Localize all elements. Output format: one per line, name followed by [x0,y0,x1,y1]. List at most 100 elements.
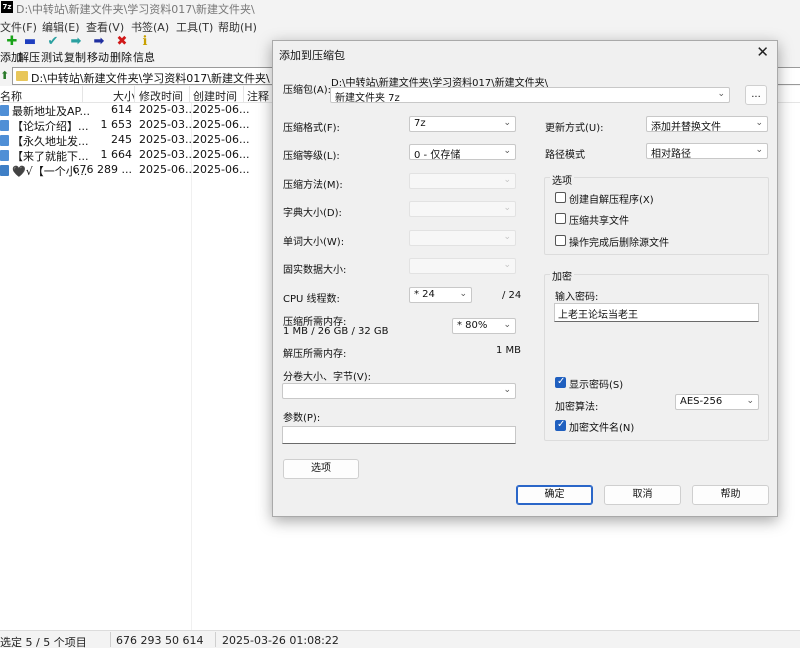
address-path: D:\中转站\新建文件夹\学习资料017\新建文件夹\ [31,72,270,85]
chevron-down-icon: ⌄ [746,396,754,406]
format-value: 7z [414,118,426,129]
demem-label: 解压所需内存: [283,349,347,360]
info-icon: ℹ [142,34,148,49]
update-value: 添加并替换文件 [651,122,721,133]
file-modified: 2025-06... [139,163,196,176]
file-size: 1 653 [100,118,133,131]
file-modified: 2025-03... [139,103,196,116]
browse-button[interactable]: ... [745,85,767,105]
column-gridline [191,103,192,633]
col-size[interactable]: 大小 [113,88,135,104]
ok-button[interactable]: 确定 [516,485,593,505]
file-icon [0,135,9,146]
col-name[interactable]: 名称 [0,88,22,104]
file-icon [0,105,9,116]
method-select[interactable]: ⌄ [409,173,516,189]
options-button[interactable]: 选项 [283,459,359,479]
sfx-label: 创建自解压程序(X) [569,195,654,206]
algo-value: AES-256 [680,396,723,407]
encrypt-names-checkbox[interactable] [555,419,566,431]
file-row[interactable]: 【来了就能下... 1 664 2025-03... 2025-06... [0,148,300,163]
file-size: 1 664 [100,148,133,161]
file-size: 614 [111,103,132,116]
solid-select[interactable]: ⌄ [409,258,516,274]
col-divider [82,86,83,103]
file-row[interactable]: 【永久地址发... 245 2025-03... 2025-06... [0,133,300,148]
col-comment[interactable]: 注释 [247,88,269,104]
mem-detail: 1 MB / 26 GB / 32 GB [283,326,389,337]
sfx-checkbox[interactable] [555,192,566,203]
archive-label: 压缩包(A): [283,85,332,96]
level-select[interactable]: 0 - 仅存储 ⌄ [409,144,516,161]
password-input[interactable]: 上老王论坛当老王 [554,303,759,322]
file-created: 2025-06... [193,133,250,146]
file-row[interactable]: 【论坛介绍】... 1 653 2025-03... 2025-06... [0,118,300,133]
delete-after-label: 操作完成后删除源文件 [569,238,669,249]
memory-usage-select[interactable]: * 80% ⌄ [452,318,516,334]
app-icon: 7z [1,1,13,13]
file-row[interactable]: 最新地址及AP... 614 2025-03... 2025-06... [0,103,300,118]
file-modified: 2025-03... [139,148,196,161]
status-bar: 选定 5 / 5 个项目 676 293 50 614 2025-03-26 0… [0,630,800,649]
col-divider [134,86,135,103]
file-created: 2025-06... [193,148,250,161]
level-label: 压缩等级(L): [283,151,340,162]
params-input[interactable] [282,426,516,444]
chevron-down-icon: ⌄ [503,320,511,330]
dict-label: 字典大小(D): [283,208,342,219]
path-mode-select[interactable]: 相对路径 ⌄ [646,143,768,160]
menu-file[interactable]: 文件(F) [0,19,37,35]
col-modified[interactable]: 修改时间 [139,88,183,104]
word-select[interactable]: ⌄ [409,230,516,246]
file-name: 【永久地址发... [12,135,89,148]
close-icon[interactable]: ✕ [756,43,769,61]
file-created: 2025-06... [193,103,250,116]
shared-label: 压缩共享文件 [569,216,629,227]
dialog-title: 添加到压缩包 [279,49,345,62]
file-name: 最新地址及AP... [12,105,90,118]
info-button[interactable]: ℹ 信息 [133,35,157,65]
col-created[interactable]: 创建时间 [193,88,237,104]
col-divider [243,86,244,103]
cpu-value: * 24 [414,289,435,300]
chevron-down-icon: ⌄ [503,146,511,156]
cpu-threads-select[interactable]: * 24 ⌄ [409,287,472,303]
file-size: 676 289 ... [72,163,132,176]
encryption-method-select[interactable]: AES-256 ⌄ [675,394,759,410]
help-button[interactable]: 帮助 [692,485,769,505]
chevron-down-icon: ⌄ [459,289,467,299]
show-password-checkbox[interactable] [555,376,566,388]
chevron-down-icon: ⌄ [717,89,725,99]
file-name: 【论坛介绍】... [12,120,89,133]
menu-bookmarks[interactable]: 书签(A) [131,19,169,35]
password-label: 输入密码: [555,292,599,303]
format-select[interactable]: 7z ⌄ [409,116,516,132]
folder-icon [16,71,28,81]
status-divider [110,632,111,647]
copy-arrow-icon: ➡ [70,34,82,49]
up-folder-icon[interactable]: ⬆ [0,69,9,82]
update-mode-select[interactable]: 添加并替换文件 ⌄ [646,116,768,133]
pathmode-value: 相对路径 [651,149,691,160]
menu-help[interactable]: 帮助(H) [218,19,257,35]
cancel-button[interactable]: 取消 [604,485,681,505]
split-size-combo[interactable]: ⌄ [282,383,516,399]
archive-name-combo[interactable]: 新建文件夹 7z ⌄ [330,87,730,104]
format-label: 压缩格式(F): [283,123,340,134]
chevron-down-icon: ⌄ [503,175,511,185]
file-row[interactable]: 🖤√【一个小... 676 289 ... 2025-06... 2025-06… [0,163,300,178]
menu-edit[interactable]: 编辑(E) [42,19,80,35]
menu-tools[interactable]: 工具(T) [176,19,213,35]
status-total-size: 676 293 50 614 [116,634,204,647]
file-created: 2025-06... [193,163,250,176]
file-size: 245 [111,133,132,146]
shared-checkbox[interactable] [555,213,566,224]
params-label: 参数(P): [283,413,321,424]
menu-view[interactable]: 查看(V) [86,19,124,35]
file-modified: 2025-03... [139,133,196,146]
level-value: 0 - 仅存储 [414,150,461,161]
chevron-down-icon: ⌄ [503,118,511,128]
delete-after-checkbox[interactable] [555,235,566,246]
dict-select[interactable]: ⌄ [409,201,516,217]
title-bar: 7z D:\中转站\新建文件夹\学习资料017\新建文件夹\ [0,0,800,16]
